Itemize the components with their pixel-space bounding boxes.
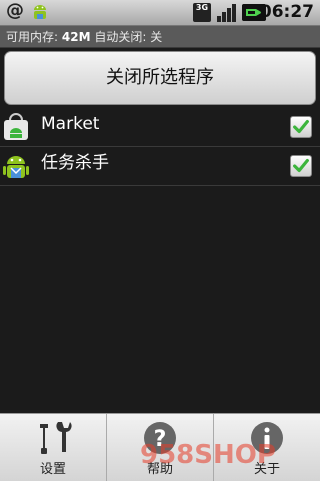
at-sign-icon: @ bbox=[6, 0, 24, 21]
tab-label: 关于 bbox=[253, 462, 280, 477]
status-time: 06:27 bbox=[259, 2, 314, 22]
list-item[interactable]: Market bbox=[0, 108, 320, 147]
app-list: Market 任务杀手 bbox=[0, 108, 320, 186]
tab-label: 帮助 bbox=[146, 462, 173, 477]
auto-close-value: 关 bbox=[150, 30, 163, 44]
market-bag-icon bbox=[4, 113, 28, 140]
tab-settings[interactable]: 设置 bbox=[0, 414, 107, 481]
question-icon: ? bbox=[144, 422, 176, 454]
checkmark-icon bbox=[293, 158, 309, 173]
bottom-tab-bar: 设置 ? 帮助 关于 bbox=[0, 413, 320, 481]
auto-close-label: 自动关闭: bbox=[94, 30, 147, 44]
network-3g-icon: 3G bbox=[193, 3, 211, 22]
memory-label: 可用内存: bbox=[6, 30, 59, 44]
memory-info-bar: 可用内存: 42M 自动关闭: 关 bbox=[0, 26, 320, 48]
close-selected-button[interactable]: 关闭所选程序 bbox=[4, 51, 316, 105]
info-icon bbox=[251, 422, 283, 454]
tools-icon bbox=[40, 422, 72, 454]
app-checkbox[interactable] bbox=[290, 116, 312, 138]
checkmark-icon bbox=[293, 119, 309, 134]
memory-value: 42M bbox=[61, 30, 91, 44]
android-icon bbox=[3, 156, 29, 178]
svg-text:?: ? bbox=[154, 427, 167, 452]
tab-help[interactable]: ? 帮助 bbox=[107, 414, 214, 481]
status-bar: @ 3G 06:27 bbox=[0, 0, 320, 26]
tab-label: 设置 bbox=[39, 462, 66, 477]
list-item[interactable]: 任务杀手 bbox=[0, 147, 320, 186]
tab-about[interactable]: 关于 bbox=[214, 414, 320, 481]
app-checkbox[interactable] bbox=[290, 155, 312, 177]
app-name: 任务杀手 bbox=[41, 153, 109, 173]
signal-strength-icon bbox=[217, 4, 236, 22]
android-icon bbox=[34, 5, 46, 19]
app-name: Market bbox=[41, 114, 100, 134]
